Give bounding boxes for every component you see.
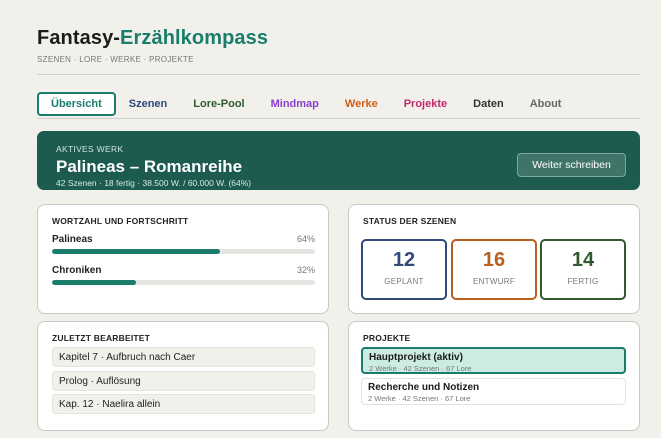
status-label: GEPLANT <box>384 277 424 286</box>
recent-item[interactable]: Kap. 12 · Naelira allein <box>52 394 315 414</box>
app-header: Fantasy-Erzählkompass SZENEN · LORE · WE… <box>37 27 268 64</box>
recent-card-title: ZULETZT BEARBEITET <box>52 333 151 343</box>
progress-fill <box>52 249 221 254</box>
tab-about[interactable]: About <box>517 92 575 116</box>
projects-card-title: PROJEKTE <box>363 333 411 343</box>
active-work-banner: AKTIVES WERK Palineas – Romanreihe 42 Sz… <box>37 131 640 190</box>
status-card-title: STATUS DER SZENEN <box>363 216 457 226</box>
progress-row: Palineas 64% <box>52 234 315 254</box>
project-meta: 2 Werke · 42 Szenen · 67 Lore <box>369 364 472 373</box>
progress-name: Palineas <box>52 234 93 245</box>
tab-lore-pool[interactable]: Lore-Pool <box>180 92 257 116</box>
status-count: 14 <box>571 249 595 271</box>
tab-szenen[interactable]: Szenen <box>116 92 181 116</box>
active-work-meta: 42 Szenen · 18 fertig · 38.500 W. / 60.0… <box>56 178 252 188</box>
tab-projekte[interactable]: Projekte <box>391 92 460 116</box>
progress-percent: 64% <box>296 234 315 244</box>
recent-card: ZULETZT BEARBEITET Kapitel 7 · Aufbruch … <box>37 321 329 431</box>
progress-track <box>52 249 315 254</box>
app-title-main: Fantasy- <box>37 27 121 49</box>
tab-mindmap[interactable]: Mindmap <box>258 92 332 116</box>
project-name: Recherche und Notizen <box>368 382 480 393</box>
project-meta: 2 Werke · 42 Szenen · 67 Lore <box>368 394 471 403</box>
app-title-accent: Erzählkompass <box>120 27 269 49</box>
app-subtitle: SZENEN · LORE · WERKE · PROJEKTE <box>37 55 194 64</box>
status-done[interactable]: 14 FERTIG <box>540 239 626 300</box>
recent-item[interactable]: Kapitel 7 · Aufbruch nach Caer <box>52 347 315 367</box>
progress-row: Chroniken 32% <box>52 265 315 285</box>
tabs-divider <box>37 118 640 119</box>
active-work-title: Palineas – Romanreihe <box>56 157 243 176</box>
status-card: STATUS DER SZENEN 12 GEPLANT 16 ENTWURF … <box>348 204 640 314</box>
progress-track <box>52 280 315 285</box>
status-label: ENTWURF <box>472 277 516 286</box>
header-divider <box>37 74 640 75</box>
tab-daten[interactable]: Daten <box>460 92 517 116</box>
progress-percent: 32% <box>296 265 315 275</box>
status-label: FERTIG <box>567 277 599 286</box>
status-planned[interactable]: 12 GEPLANT <box>361 239 447 300</box>
active-work-label: AKTIVES WERK <box>56 144 124 154</box>
tab-uebersicht[interactable]: Übersicht <box>37 92 116 116</box>
continue-writing-button[interactable]: Weiter schreiben <box>517 153 626 177</box>
projects-card: PROJEKTE Hauptprojekt (aktiv) 2 Werke · … <box>348 321 640 431</box>
project-item-active[interactable]: Hauptprojekt (aktiv) 2 Werke · 42 Szenen… <box>361 347 626 374</box>
tab-werke[interactable]: Werke <box>332 92 391 116</box>
progress-card-title: WORTZAHL UND FORTSCHRITT <box>52 216 189 226</box>
app-title: Fantasy-Erzählkompass <box>37 27 268 50</box>
status-count: 12 <box>392 249 416 271</box>
project-name: Hauptprojekt (aktiv) <box>369 352 463 363</box>
progress-card: WORTZAHL UND FORTSCHRITT Palineas 64% Ch… <box>37 204 329 314</box>
status-draft[interactable]: 16 ENTWURF <box>451 239 537 300</box>
main-tabs: Übersicht Szenen Lore-Pool Mindmap Werke… <box>37 92 574 116</box>
progress-name: Chroniken <box>52 265 102 276</box>
status-count: 16 <box>482 249 506 271</box>
progress-fill <box>52 280 137 285</box>
project-item[interactable]: Recherche und Notizen 2 Werke · 42 Szene… <box>361 378 626 405</box>
recent-item[interactable]: Prolog · Auflösung <box>52 371 315 391</box>
